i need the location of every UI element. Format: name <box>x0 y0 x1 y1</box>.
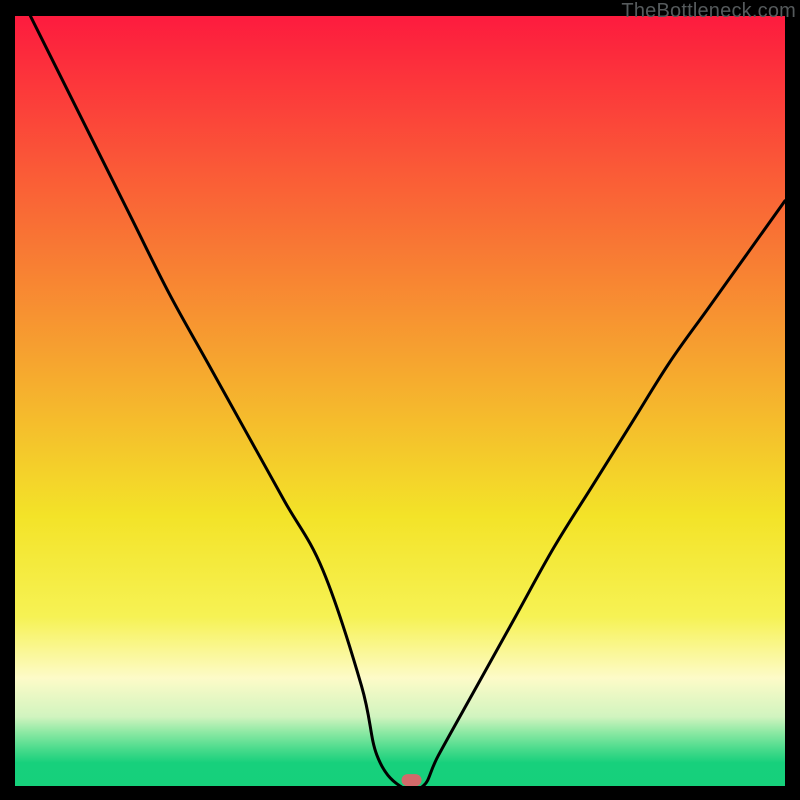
plot-frame <box>15 16 785 786</box>
bottleneck-chart <box>15 16 785 786</box>
chart-background <box>15 16 785 786</box>
optimum-marker <box>402 774 422 786</box>
